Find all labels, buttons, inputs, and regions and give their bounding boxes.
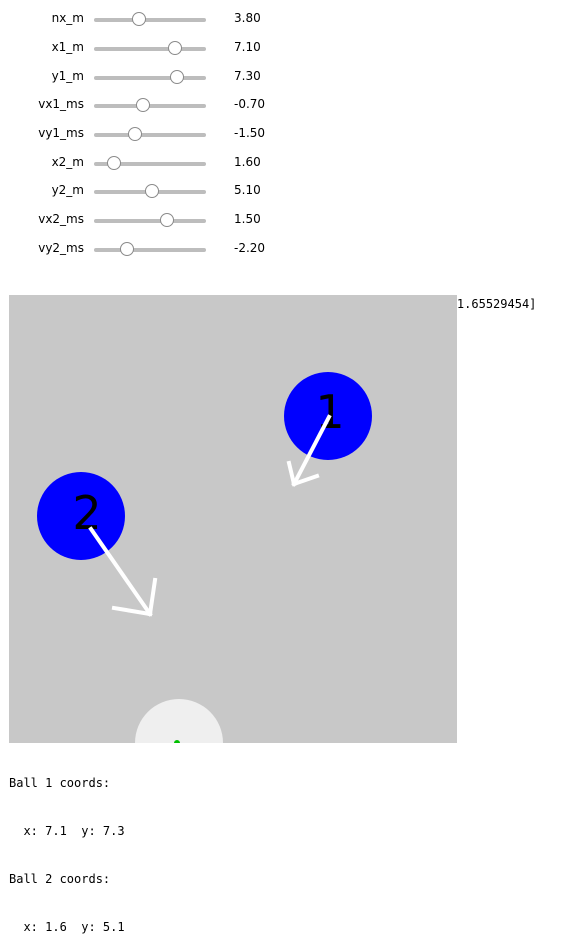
slider-track[interactable] — [94, 133, 206, 137]
slider-row-vx1-ms: vx1_ms -0.70 — [0, 91, 300, 119]
slider-thumb[interactable] — [170, 70, 184, 84]
slider-label: vy2_ms — [38, 241, 84, 255]
slider-thumb[interactable] — [132, 12, 146, 26]
slider-thumb[interactable] — [136, 98, 150, 112]
slider-thumb[interactable] — [120, 242, 134, 256]
slider-value: 1.50 — [234, 212, 261, 226]
slider-track[interactable] — [94, 248, 206, 252]
slider-label: y2_m — [51, 183, 84, 197]
slider-value: 7.10 — [234, 40, 261, 54]
simulation-canvas: 1 2 — [9, 295, 457, 743]
slider-thumb[interactable] — [128, 127, 142, 141]
slider-row-vx2-ms: vx2_ms 1.50 — [0, 206, 300, 234]
slider-value: 5.10 — [234, 183, 261, 197]
slider-row-y2-m: y2_m 5.10 — [0, 177, 300, 205]
ball-1-coords-header: Ball 1 coords: — [9, 776, 111, 790]
slider-value: -2.20 — [234, 241, 266, 255]
slider-thumb[interactable] — [145, 184, 159, 198]
slider-track[interactable] — [94, 219, 206, 223]
slider-value: -1.50 — [234, 126, 266, 140]
coords-output: Ball 1 coords: x: 7.1 y: 7.3 Ball 2 coor… — [9, 743, 125, 951]
slider-label: vx1_ms — [38, 97, 84, 111]
slider-thumb[interactable] — [168, 41, 182, 55]
slider-row-x2-m: x2_m 1.60 — [0, 149, 300, 177]
ball-2-coords-values: x: 1.6 y: 5.1 — [9, 920, 125, 934]
slider-row-vy1-ms: vy1_ms -1.50 — [0, 120, 300, 148]
slider-label: nx_m — [51, 11, 84, 25]
slider-label: x2_m — [51, 155, 84, 169]
slider-track[interactable] — [94, 76, 206, 80]
slider-label: vx2_ms — [38, 212, 84, 226]
slider-label: vy1_ms — [38, 126, 84, 140]
ball-1-coords-values: x: 7.1 y: 7.3 — [9, 824, 125, 838]
slider-value: 7.30 — [234, 69, 261, 83]
ball-2-coords-header: Ball 2 coords: — [9, 872, 111, 886]
slider-row-nx-m: nx_m 3.80 — [0, 5, 300, 33]
slider-value: 3.80 — [234, 11, 261, 25]
slider-label: x1_m — [51, 40, 84, 54]
slider-track[interactable] — [94, 18, 206, 22]
slider-value: 1.60 — [234, 155, 261, 169]
slider-row-y1-m: y1_m 7.30 — [0, 63, 300, 91]
ball-2-label: 2 — [72, 486, 101, 540]
slider-value: -0.70 — [234, 97, 266, 111]
slider-row-vy2-ms: vy2_ms -2.20 — [0, 235, 300, 263]
slider-thumb[interactable] — [160, 213, 174, 227]
slider-row-x1-m: x1_m 7.10 — [0, 34, 300, 62]
slider-track[interactable] — [94, 104, 206, 108]
slider-label: y1_m — [51, 69, 84, 83]
slider-track[interactable] — [94, 47, 206, 51]
slider-thumb[interactable] — [107, 156, 121, 170]
